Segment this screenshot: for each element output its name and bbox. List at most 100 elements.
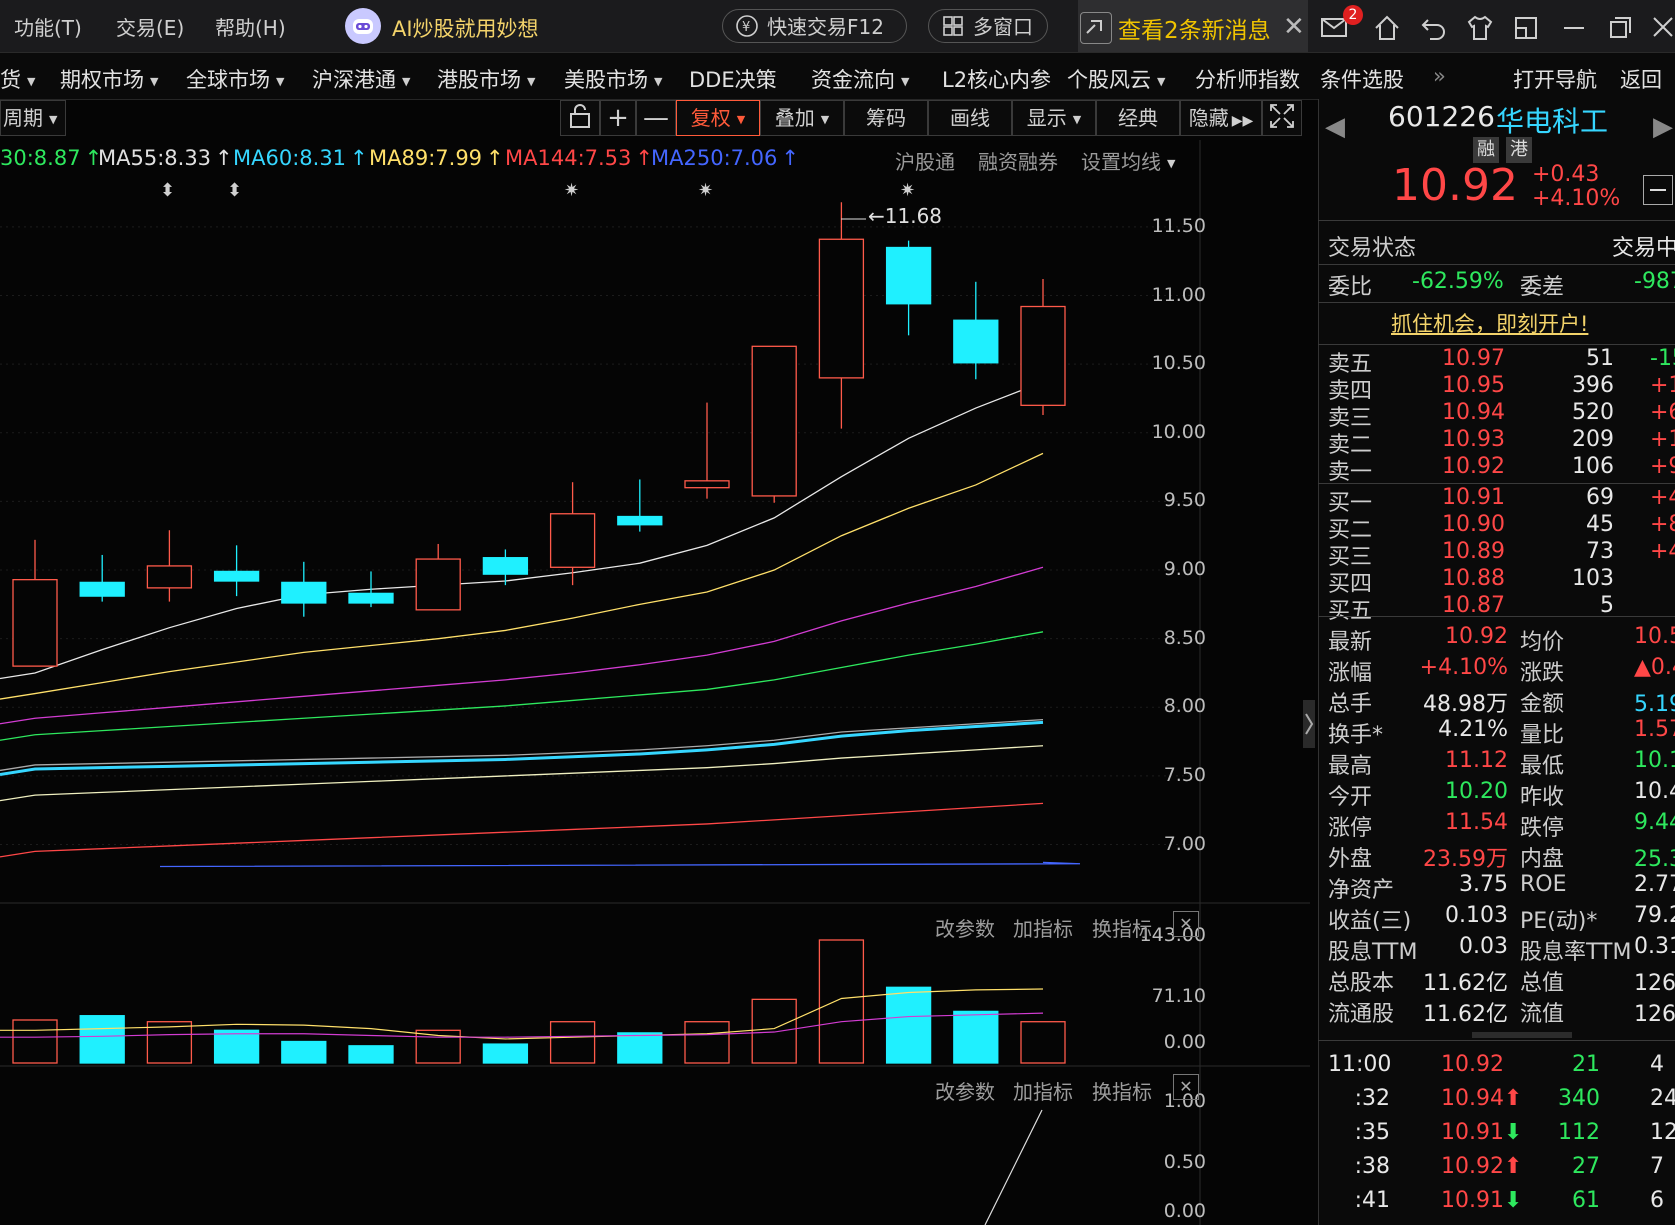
draw-button[interactable]: 画线 bbox=[928, 100, 1012, 136]
stat-label: 外盘 bbox=[1328, 847, 1373, 872]
nav-item-6[interactable]: DDE决策 bbox=[689, 64, 777, 94]
price-axis-tick: 10.50 bbox=[1151, 352, 1206, 375]
sub1-close-icon[interactable]: ✕ bbox=[1173, 911, 1199, 937]
indicator-axis-tick: 0.00 bbox=[1163, 1200, 1206, 1222]
minimize-icon[interactable] bbox=[1560, 14, 1586, 40]
close-icon[interactable] bbox=[1650, 14, 1675, 40]
fullscreen-icon[interactable] bbox=[1262, 100, 1302, 136]
book-volume: 106 bbox=[1572, 454, 1614, 479]
book-volume: 73 bbox=[1586, 539, 1614, 564]
sub1-add-indicator-link[interactable]: 加指标 bbox=[1013, 913, 1073, 942]
prev-stock-icon[interactable]: ◀ bbox=[1325, 112, 1345, 142]
nav-item-10[interactable]: 分析师指数 bbox=[1195, 64, 1300, 94]
nav-item-12[interactable]: » bbox=[1433, 64, 1446, 88]
sub1-params-link[interactable]: 改参数 bbox=[935, 913, 995, 942]
stock-name: 华电科工 bbox=[1496, 105, 1609, 138]
indicator-line bbox=[984, 1109, 1043, 1225]
candle-down bbox=[885, 246, 932, 305]
nav-item-label: 货 bbox=[0, 68, 21, 92]
high-price-value: 11.68 bbox=[884, 204, 943, 228]
panel-collapse-handle[interactable] bbox=[1303, 700, 1315, 748]
price-axis-tick: 8.50 bbox=[1163, 626, 1206, 649]
maximize-icon[interactable] bbox=[1606, 14, 1632, 40]
kline-chart[interactable]: ⬍ ⬍ ✷ ✷ ✷ bbox=[0, 140, 1310, 1225]
home-icon[interactable] bbox=[1373, 14, 1399, 40]
menu-help[interactable]: 帮助(H) bbox=[215, 12, 286, 41]
nav-item-1[interactable]: 期权市场 ▼ bbox=[60, 64, 158, 94]
next-stock-icon[interactable]: ▶ bbox=[1653, 112, 1673, 142]
zoom-out-button[interactable]: — bbox=[636, 100, 676, 136]
splitter-handle[interactable] bbox=[1472, 1032, 1572, 1038]
stat-value: 23.59万 bbox=[1423, 847, 1508, 872]
menu-function[interactable]: 功能(T) bbox=[14, 12, 82, 41]
new-messages-text[interactable]: 查看2条新消息 bbox=[1118, 11, 1271, 45]
overlay-button[interactable]: 叠加 ▼ bbox=[760, 100, 844, 136]
news-icon[interactable] bbox=[1080, 12, 1112, 44]
sub2-switch-indicator-link[interactable]: 换指标 bbox=[1092, 1076, 1152, 1105]
fq-button[interactable]: 复权 ▼ bbox=[676, 100, 760, 136]
nav-item-0[interactable]: 货 ▼ bbox=[0, 64, 35, 94]
robot-icon[interactable] bbox=[345, 8, 381, 44]
pct-change: +4.10% bbox=[1532, 186, 1621, 211]
nav-item-14[interactable]: 返回 bbox=[1620, 64, 1662, 94]
quick-trade-button[interactable]: ¥ 快速交易F12 bbox=[722, 9, 907, 43]
candle-up bbox=[751, 345, 797, 497]
hide-button[interactable]: 隐藏 ▶▶ bbox=[1180, 100, 1262, 136]
nav-item-11[interactable]: 条件选股 bbox=[1320, 64, 1404, 94]
classic-button[interactable]: 经典 bbox=[1096, 100, 1180, 136]
sub2-add-indicator-link[interactable]: 加指标 bbox=[1013, 1076, 1073, 1105]
candle-down bbox=[953, 319, 999, 364]
book-change: +8 bbox=[1650, 512, 1675, 537]
volume-axis-tick: 0.00 bbox=[1163, 1031, 1206, 1053]
nav-item-3[interactable]: 沪深港通 ▼ bbox=[312, 64, 410, 94]
tick-volume: 340 bbox=[1558, 1086, 1600, 1111]
ai-banner[interactable]: AI炒股就用妙想 bbox=[392, 13, 539, 43]
sub2-params-link[interactable]: 改参数 bbox=[935, 1076, 995, 1105]
stat-value: 11.54 bbox=[1445, 810, 1508, 835]
tick-time: :35 bbox=[1354, 1120, 1390, 1145]
price-axis-tick: 9.00 bbox=[1163, 558, 1206, 581]
undo-icon[interactable] bbox=[1420, 14, 1446, 40]
divider bbox=[1318, 220, 1675, 221]
nav-item-label: 美股市场 bbox=[564, 68, 648, 92]
candle-down bbox=[482, 557, 529, 575]
event-marker-icon: ✷ bbox=[698, 180, 713, 201]
shirt-icon[interactable] bbox=[1466, 14, 1493, 40]
chevron-down-icon: ▼ bbox=[901, 74, 910, 88]
lock-icon[interactable] bbox=[560, 100, 600, 136]
window-mode-icon[interactable] bbox=[1512, 14, 1538, 40]
wc-label: 委差 bbox=[1520, 275, 1565, 300]
collapse-quote-icon[interactable] bbox=[1643, 175, 1673, 205]
chips-button[interactable]: 筹码 bbox=[844, 100, 928, 136]
nav-item-2[interactable]: 全球市场 ▼ bbox=[186, 64, 284, 94]
stat-label: 今开 bbox=[1328, 785, 1373, 810]
display-button[interactable]: 显示 ▼ bbox=[1012, 100, 1096, 136]
nav-item-9[interactable]: 个股风云 ▼ bbox=[1067, 64, 1165, 94]
nav-item-13[interactable]: 打开导航 bbox=[1513, 64, 1597, 94]
menu-trade[interactable]: 交易(E) bbox=[116, 12, 184, 41]
price-axis-tick: 10.00 bbox=[1151, 420, 1206, 443]
nav-item-4[interactable]: 港股市场 ▼ bbox=[437, 64, 535, 94]
mail-icon[interactable] bbox=[1320, 14, 1347, 40]
book-price: 10.90 bbox=[1442, 512, 1505, 537]
open-account-link[interactable]: 抓住机会，即刻开户! bbox=[1391, 308, 1588, 338]
zoom-in-button[interactable]: + bbox=[600, 100, 636, 136]
sub2-close-icon[interactable]: ✕ bbox=[1173, 1074, 1199, 1100]
close-message-icon[interactable]: ✕ bbox=[1283, 12, 1305, 42]
multi-window-button[interactable]: 多窗口 bbox=[928, 9, 1048, 43]
candle-down bbox=[348, 592, 394, 604]
stat-label: 总值 bbox=[1520, 971, 1565, 996]
volume-bar-down bbox=[213, 1029, 260, 1064]
stat-value: 0.31% bbox=[1634, 934, 1675, 959]
candle-up bbox=[684, 480, 730, 489]
event-marker-icon: ✷ bbox=[564, 180, 579, 201]
nav-item-label: 打开导航 bbox=[1513, 68, 1597, 92]
nav-item-8[interactable]: L2核心内参 bbox=[942, 64, 1051, 94]
period-selector[interactable]: 周期 ▼ bbox=[0, 100, 66, 136]
divider bbox=[1318, 302, 1675, 303]
tick-price: 10.92 bbox=[1441, 1052, 1504, 1077]
nav-item-5[interactable]: 美股市场 ▼ bbox=[564, 64, 662, 94]
quick-trade-label: 快速交易F12 bbox=[767, 15, 884, 39]
sub1-switch-indicator-link[interactable]: 换指标 bbox=[1092, 913, 1152, 942]
nav-item-7[interactable]: 资金流向 ▼ bbox=[811, 64, 909, 94]
